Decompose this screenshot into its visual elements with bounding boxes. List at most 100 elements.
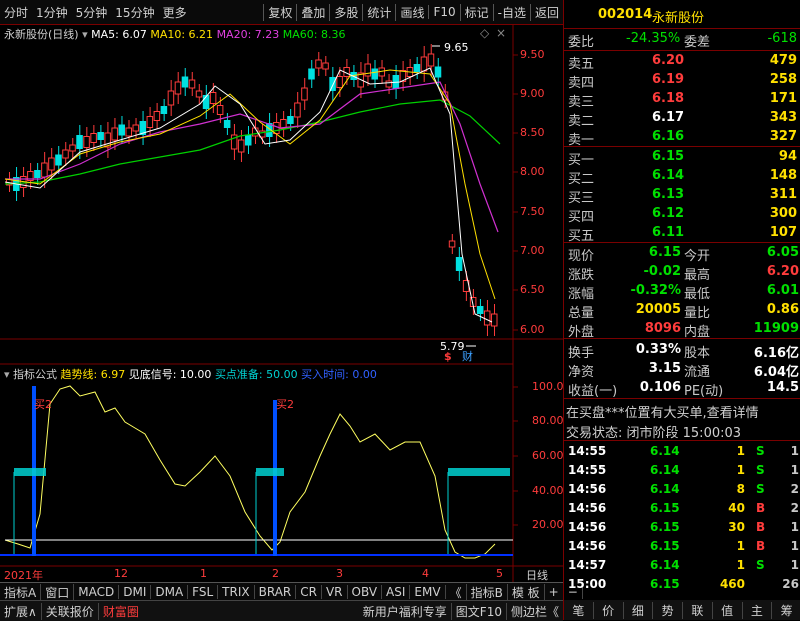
tab-fenshi[interactable]: 分时 (0, 4, 32, 21)
nav-zhi[interactable]: 值 (711, 601, 742, 619)
tab-emv[interactable]: EMV (410, 585, 446, 599)
btn-f10[interactable]: F10 (428, 5, 459, 19)
tab-template[interactable]: 模 板 (508, 583, 545, 601)
tick-row: 14:56 6.15 40 B 2 (564, 501, 800, 515)
add-window-button[interactable]: + (545, 585, 564, 599)
stats-value: 6.15 (648, 245, 681, 260)
candle-body (55, 154, 62, 166)
buys-row[interactable]: 买四 6.12 300 (564, 205, 800, 225)
buys-volume: 300 (769, 206, 797, 221)
indicator-menu-icon[interactable]: ▾ (4, 368, 10, 381)
tab-indicator-a[interactable]: 指标A (0, 583, 42, 601)
candle-body (83, 136, 90, 148)
trend-value: 趋势线: 6.97 (60, 368, 126, 381)
time-tick: 3 (336, 567, 343, 580)
tab-more[interactable]: 更多 (159, 4, 191, 21)
nav-bi[interactable]: 笔 (564, 602, 593, 619)
notice-text[interactable]: 在买盘***位置有大买单,查看详情 (566, 402, 759, 421)
tab-1min[interactable]: 1分钟 (32, 4, 72, 21)
tabs-collapse-button[interactable]: 《 (446, 583, 467, 601)
sidebar-toggle-button[interactable]: 侧边栏《 (505, 602, 563, 620)
candle-body (48, 157, 55, 171)
tab-asi[interactable]: ASI (382, 585, 411, 599)
tab-vr[interactable]: VR (322, 585, 348, 599)
tab-cr[interactable]: CR (296, 585, 322, 599)
finance-badge[interactable]: 财 (462, 349, 473, 363)
tick-price: 6.15 (650, 577, 680, 591)
btn-tongji[interactable]: 统计 (362, 3, 395, 21)
tick-row: 14:57 6.14 1 S 1 (564, 558, 800, 572)
tab-dma[interactable]: DMA (151, 585, 189, 599)
price-axis (513, 54, 518, 331)
tick-price: 6.14 (650, 463, 680, 477)
btn-zixuan[interactable]: -自选 (492, 3, 530, 21)
sells-row[interactable]: 卖二 6.17 343 (564, 109, 800, 129)
kline-chart-area[interactable]: 9.65 5.79 $ 财 买2 买2 (0, 24, 563, 582)
sells-row[interactable]: 卖四 6.19 258 (564, 71, 800, 91)
stats2-label2: PE(动) (684, 384, 724, 399)
stock-title: 永新股份(日线) (4, 28, 79, 41)
time-tick: 2 (272, 567, 279, 580)
sells-row[interactable]: 卖五 6.20 479 (564, 52, 800, 72)
candle-body (448, 240, 456, 248)
new-user-benefit-link[interactable]: 新用户福利专享 (359, 603, 451, 620)
tab-fsl[interactable]: FSL (188, 585, 219, 599)
sells-volume: 479 (769, 53, 797, 68)
tick-time: 14:56 (568, 501, 607, 515)
big-order-notice[interactable]: 在买盘***位置有大买单,查看详情 (564, 401, 800, 421)
buys-row[interactable]: 买一 6.15 94 (564, 148, 800, 168)
sells-row[interactable]: 卖三 6.18 171 (564, 90, 800, 110)
stats-value: 8096 (644, 321, 681, 336)
buys-row[interactable]: 买三 6.13 311 (564, 186, 800, 206)
tick-volume: 30 (728, 520, 745, 534)
buy-label-1: 买2 (34, 398, 52, 411)
btn-fanhui[interactable]: 返回 (529, 3, 563, 21)
sells-price: 6.19 (652, 72, 685, 87)
buys-volume: 94 (778, 149, 797, 164)
nav-zhu[interactable]: 主 (741, 601, 772, 619)
buys-row[interactable]: 买二 6.14 148 (564, 167, 800, 187)
tab-brar[interactable]: BRAR (255, 585, 297, 599)
ma-menu-icon[interactable]: ▾ (82, 28, 88, 41)
dividend-badge[interactable]: $ (444, 350, 452, 363)
price-tick: 9.50 (520, 48, 545, 61)
quote-nav: 笔 价 细 势 联 值 主 筹 (564, 600, 800, 620)
stats-label: 涨幅 (568, 287, 595, 302)
btn-biaoji[interactable]: 标记 (459, 3, 493, 21)
sells-volume: 327 (769, 129, 797, 144)
tab-dmi[interactable]: DMI (119, 585, 152, 599)
tab-window[interactable]: 窗口 (41, 583, 75, 601)
time-tick: 4 (422, 567, 429, 580)
chart-settings-icon[interactable]: ◇ (480, 26, 489, 40)
tab-trix[interactable]: TRIX (218, 585, 255, 599)
fortune-circle-button[interactable]: 财富圈 (97, 602, 143, 620)
tab-macd[interactable]: MACD (74, 585, 120, 599)
period-label[interactable]: 日线 (526, 567, 548, 583)
stats-row: 现价 6.15 今开 6.05 (564, 244, 800, 264)
related-quotes-button[interactable]: 关联报价 (40, 602, 98, 620)
sells-row[interactable]: 卖一 6.16 327 (564, 128, 800, 148)
nav-chou[interactable]: 筹 (771, 601, 800, 619)
nav-xi[interactable]: 细 (622, 601, 653, 619)
candle-body (146, 116, 154, 128)
price-tick: 6.00 (520, 323, 545, 336)
nav-shi[interactable]: 势 (652, 601, 682, 619)
btn-fuquan[interactable]: 复权 (263, 3, 296, 21)
chart-close-icon[interactable]: × (496, 26, 506, 40)
nav-lian[interactable]: 联 (682, 601, 712, 619)
buy-ready-value: 买点准备: 50.00 (214, 368, 298, 381)
btn-diejia[interactable]: 叠加 (296, 3, 329, 21)
tab-indicator-b[interactable]: 指标B (467, 583, 508, 601)
buys-row[interactable]: 买五 6.11 107 (564, 224, 800, 244)
tick-row: 14:55 6.14 1 S 1 (564, 444, 800, 458)
nav-jia[interactable]: 价 (592, 601, 623, 619)
tab-5min[interactable]: 5分钟 (72, 4, 112, 21)
btn-huaxian[interactable]: 画线 (395, 3, 428, 21)
expand-button[interactable]: 扩展∧ (0, 603, 41, 620)
btn-duogu[interactable]: 多股 (329, 3, 362, 21)
indicator-title[interactable]: 指标公式 (13, 368, 57, 381)
tab-obv[interactable]: OBV (348, 585, 383, 599)
candle-body (385, 80, 393, 88)
tab-15min[interactable]: 15分钟 (111, 4, 158, 21)
f10-graphic-button[interactable]: 图文F10 (450, 602, 506, 620)
